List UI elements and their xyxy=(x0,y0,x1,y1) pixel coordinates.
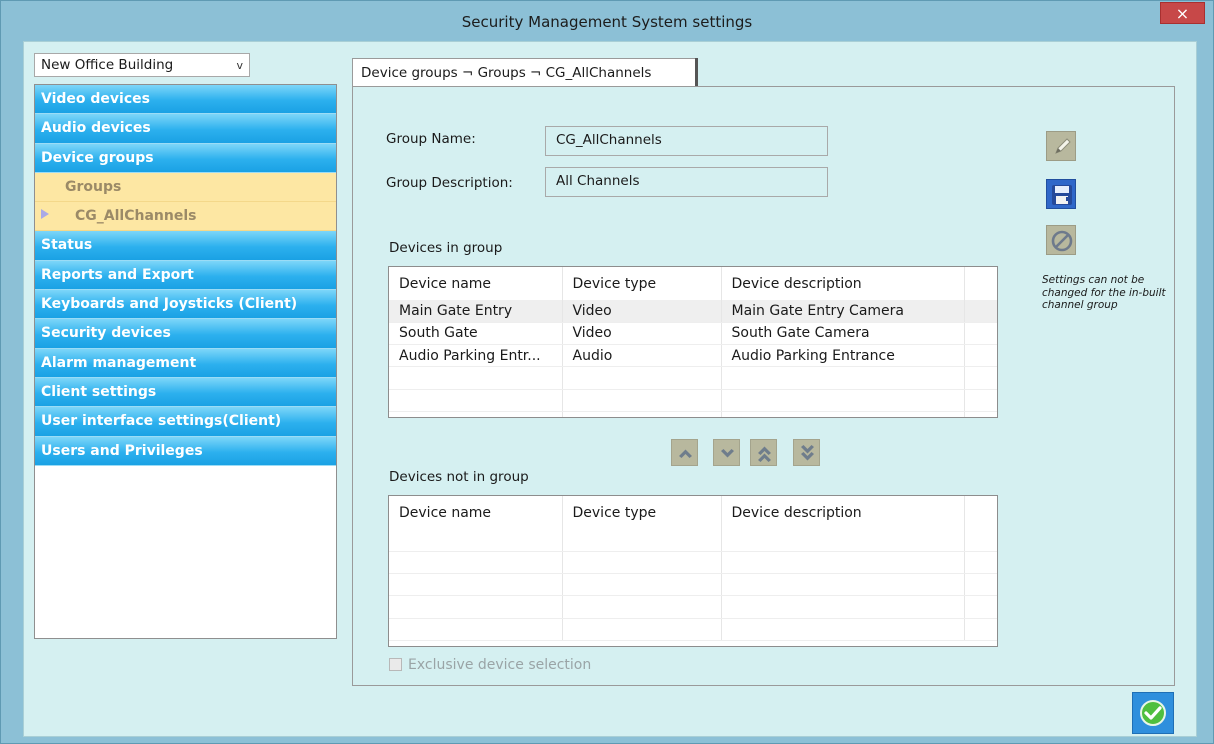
cell-filler xyxy=(964,300,997,323)
chevron-down-icon xyxy=(721,449,734,458)
pencil-icon xyxy=(1055,138,1071,154)
empty-row xyxy=(389,366,997,390)
nav-item-keyboards-joysticks[interactable]: Keyboards and Joysticks (Client) xyxy=(35,290,336,320)
close-button[interactable]: × xyxy=(1160,2,1205,24)
nav-item-label: CG_AllChannels xyxy=(75,208,197,225)
double-chevron-up-icon xyxy=(758,446,771,462)
cell-filler xyxy=(964,344,997,368)
group-name-field[interactable]: CG_AllChannels xyxy=(545,126,828,156)
group-description-field[interactable]: All Channels xyxy=(545,167,828,197)
tab-edge xyxy=(695,58,698,88)
column-header-device-name[interactable]: Device name xyxy=(389,496,563,529)
nav-item-reports-export[interactable]: Reports and Export xyxy=(35,260,336,291)
empty-row xyxy=(389,389,997,412)
nav-item-alarm-management[interactable]: Alarm management xyxy=(35,348,336,378)
move-all-down-button[interactable] xyxy=(793,439,820,466)
nav-item-device-groups[interactable]: Device groups xyxy=(35,143,336,173)
nav-item-groups[interactable]: Groups xyxy=(35,172,336,203)
group-description-label: Group Description: xyxy=(386,175,513,191)
save-button[interactable] xyxy=(1046,179,1076,209)
nav-item-status[interactable]: Status xyxy=(35,231,336,261)
nav-item-video-devices[interactable]: Video devices xyxy=(35,85,336,115)
no-entry-icon xyxy=(1051,230,1073,252)
settings-window: Security Management System settings × Ne… xyxy=(0,0,1214,744)
empty-row xyxy=(389,529,997,552)
site-select-value: New Office Building xyxy=(41,57,174,73)
cell-device-type: Audio xyxy=(562,344,722,368)
settings-nav-tree: Video devices Audio devices Device group… xyxy=(34,84,337,639)
empty-row xyxy=(389,551,997,575)
ok-button[interactable] xyxy=(1132,692,1174,734)
cell-filler xyxy=(964,322,997,346)
empty-row xyxy=(389,595,997,619)
column-header-device-type[interactable]: Device type xyxy=(562,267,722,300)
table-row[interactable]: Audio Parking Entr... Audio Audio Parkin… xyxy=(389,344,997,368)
title-bar: Security Management System settings × xyxy=(1,1,1213,41)
read-only-note: Settings can not be changed for the in-b… xyxy=(1042,274,1166,311)
chevron-up-icon xyxy=(679,449,692,458)
column-header-device-name[interactable]: Device name xyxy=(389,267,563,300)
empty-row xyxy=(389,618,997,641)
tab-breadcrumb[interactable]: Device groups ¬ Groups ¬ CG_AllChannels xyxy=(352,58,697,87)
edit-button[interactable] xyxy=(1046,131,1076,161)
cell-device-name: South Gate xyxy=(389,322,563,346)
close-icon: × xyxy=(1175,4,1190,23)
site-select[interactable]: New Office Building v xyxy=(34,53,250,77)
double-chevron-down-icon xyxy=(801,445,814,461)
move-down-button[interactable] xyxy=(713,439,740,466)
move-all-up-button[interactable] xyxy=(750,439,777,466)
devices-not-in-group-table[interactable]: Device name Device type Device descripti… xyxy=(388,495,998,647)
column-header-filler xyxy=(964,267,997,300)
cell-device-type: Video xyxy=(562,300,722,323)
window-title: Security Management System settings xyxy=(461,13,753,31)
column-header-filler xyxy=(964,496,997,529)
exclusive-selection-label: Exclusive device selection xyxy=(408,657,592,673)
devices-not-in-group-title: Devices not in group xyxy=(389,469,529,485)
empty-row xyxy=(389,411,997,417)
devices-in-group-title: Devices in group xyxy=(389,240,503,256)
chevron-down-icon: v xyxy=(236,59,243,72)
table-header: Device name Device type Device descripti… xyxy=(389,496,997,529)
table-row[interactable]: Main Gate Entry Video Main Gate Entry Ca… xyxy=(389,300,997,323)
cell-device-type: Video xyxy=(562,322,722,346)
empty-row xyxy=(389,573,997,597)
cell-device-name: Audio Parking Entr... xyxy=(389,344,563,368)
nav-item-ui-settings[interactable]: User interface settings(Client) xyxy=(35,407,336,437)
exclusive-selection-checkbox[interactable] xyxy=(389,657,402,671)
cell-device-description: Audio Parking Entrance xyxy=(721,344,965,368)
floppy-icon xyxy=(1052,185,1072,205)
move-up-button[interactable] xyxy=(671,439,698,466)
column-header-device-type[interactable]: Device type xyxy=(562,496,722,529)
cell-device-description: Main Gate Entry Camera xyxy=(721,300,965,323)
table-row[interactable]: South Gate Video South Gate Camera xyxy=(389,322,997,346)
selected-arrow-icon xyxy=(41,209,49,220)
column-header-device-description[interactable]: Device description xyxy=(721,267,965,300)
group-name-label: Group Name: xyxy=(386,131,476,147)
nav-item-users-privileges[interactable]: Users and Privileges xyxy=(35,436,336,466)
cell-device-description: South Gate Camera xyxy=(721,322,965,346)
nav-item-cg-allchannels[interactable]: CG_AllChannels xyxy=(35,202,336,232)
nav-item-security-devices[interactable]: Security devices xyxy=(35,319,336,349)
nav-item-audio-devices[interactable]: Audio devices xyxy=(35,114,336,144)
nav-item-client-settings[interactable]: Client settings xyxy=(35,377,336,408)
exclusive-selection-row: Exclusive device selection xyxy=(389,657,591,673)
checkmark-icon xyxy=(1140,700,1166,726)
table-header: Device name Device type Device descripti… xyxy=(389,267,997,300)
devices-in-group-table[interactable]: Device name Device type Device descripti… xyxy=(388,266,998,418)
column-header-device-description[interactable]: Device description xyxy=(721,496,965,529)
cell-device-name: Main Gate Entry xyxy=(389,300,563,323)
cancel-button[interactable] xyxy=(1046,225,1076,255)
